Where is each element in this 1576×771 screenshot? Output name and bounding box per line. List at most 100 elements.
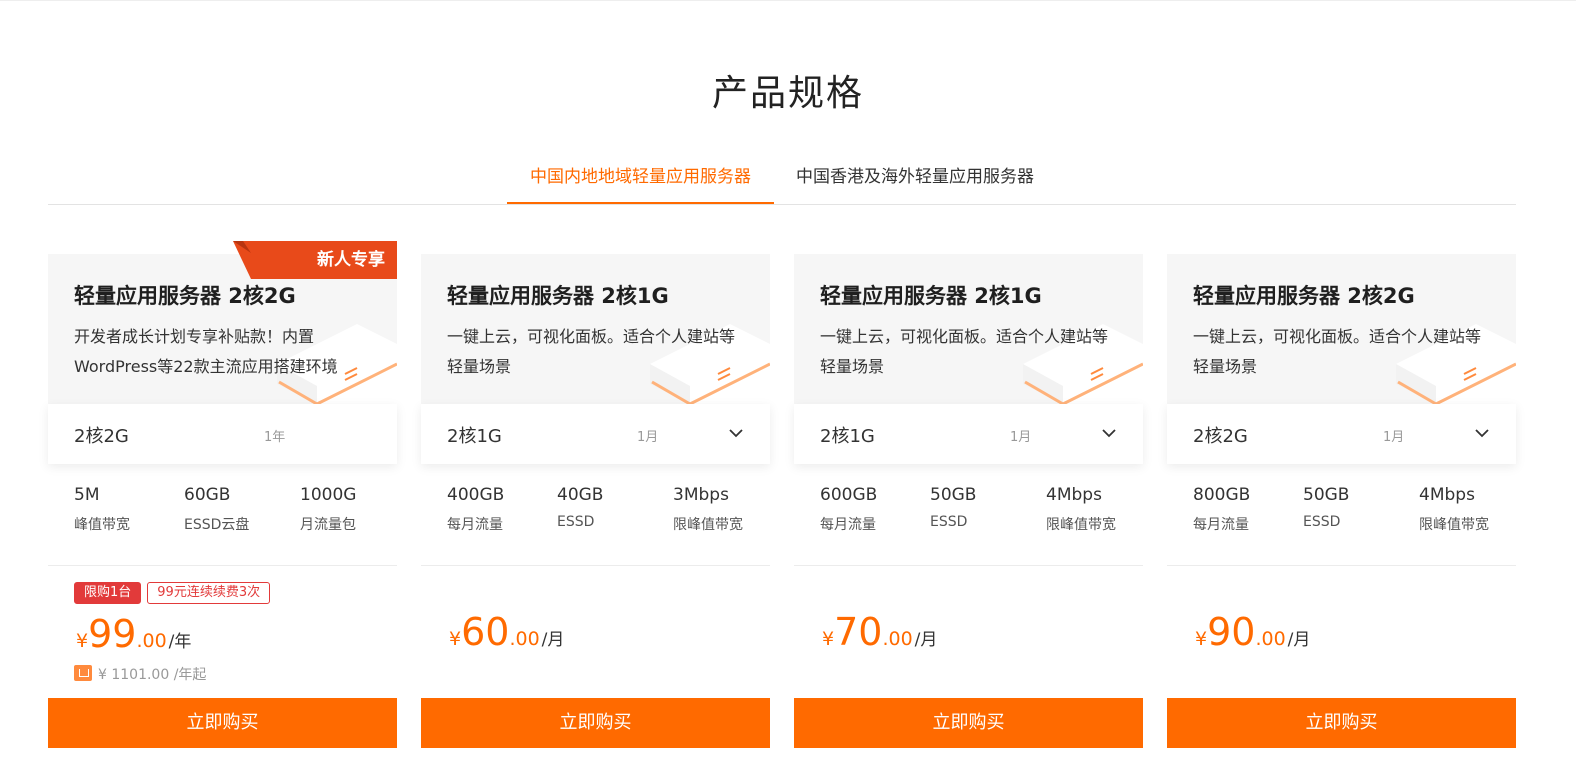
buy-now-button[interactable]: 立即购买 bbox=[421, 698, 770, 748]
card-title: 轻量应用服务器 2核2G bbox=[74, 284, 296, 308]
price-integer: 70 bbox=[834, 610, 883, 654]
metric-item: 40GB ESSD bbox=[557, 482, 603, 530]
spec-period: 1月 bbox=[637, 430, 659, 445]
price-currency: ¥ bbox=[76, 630, 89, 652]
metric-label: 限峰值带宽 bbox=[673, 517, 743, 533]
metric-item: 4Mbps 限峰值带宽 bbox=[1419, 482, 1489, 534]
promo-tags: 限购1台 99元连续续费3次 bbox=[74, 582, 276, 604]
spec-value: 2核2G bbox=[1193, 426, 1248, 447]
price-integer: 99 bbox=[88, 612, 137, 656]
page-title: 产品规格 bbox=[711, 73, 864, 114]
metric-value: 600GB bbox=[820, 485, 878, 505]
original-price: ¥ 1101.00 /年起 bbox=[74, 664, 206, 684]
original-price-text: ¥ 1101.00 /年起 bbox=[98, 667, 207, 683]
region-tabs: 中国内地地域轻量应用服务器 中国香港及海外轻量应用服务器 bbox=[48, 155, 1516, 205]
spec-value: 2核1G bbox=[820, 426, 875, 447]
metric-value: 400GB bbox=[447, 485, 505, 505]
price: ¥90.00/月 bbox=[1195, 612, 1310, 652]
metric-item: 60GB ESSD云盘 bbox=[184, 482, 249, 534]
metric-value: 40GB bbox=[557, 485, 604, 505]
buy-now-button[interactable]: 立即购买 bbox=[48, 698, 397, 748]
purchase-limit-tag: 限购1台 bbox=[74, 582, 142, 604]
spec-metrics: 5M 峰值带宽 60GB ESSD云盘 1000G 月流量包 bbox=[48, 482, 397, 566]
metric-label: ESSD bbox=[1303, 514, 1341, 530]
price-unit: /月 bbox=[541, 630, 565, 650]
spec-metrics: 400GB 每月流量 40GB ESSD 3Mbps 限峰值带宽 bbox=[421, 482, 770, 566]
buy-now-button[interactable]: 立即购买 bbox=[794, 698, 1143, 748]
tab-mainland[interactable]: 中国内地地域轻量应用服务器 bbox=[507, 163, 774, 204]
top-divider bbox=[0, 0, 1576, 1]
price-currency: ¥ bbox=[822, 628, 835, 650]
metric-value: 4Mbps bbox=[1419, 485, 1475, 505]
renewal-tag: 99元连续续费3次 bbox=[147, 582, 271, 604]
metric-value: 3Mbps bbox=[673, 485, 729, 505]
metric-item: 600GB 每月流量 bbox=[820, 482, 877, 534]
spec-period: 1年 bbox=[264, 430, 286, 445]
metric-value: 4Mbps bbox=[1046, 485, 1102, 505]
metric-label: 峰值带宽 bbox=[74, 517, 130, 533]
price-currency: ¥ bbox=[1195, 628, 1208, 650]
spec-period: 1月 bbox=[1010, 430, 1032, 445]
metric-value: 50GB bbox=[1303, 485, 1350, 505]
metric-item: 50GB ESSD bbox=[1303, 482, 1349, 530]
new-user-badge: 新人专享 bbox=[317, 250, 385, 270]
metric-value: 5M bbox=[74, 485, 100, 505]
price-unit: /月 bbox=[914, 630, 938, 650]
gift-icon bbox=[74, 665, 92, 681]
spec-selector[interactable]: 2核1G 1月 bbox=[421, 404, 770, 464]
metric-value: 60GB bbox=[184, 485, 231, 505]
spec-metrics: 800GB 每月流量 50GB ESSD 4Mbps 限峰值带宽 bbox=[1167, 482, 1516, 566]
price-decimal: .00 bbox=[136, 630, 167, 652]
chevron-down-icon[interactable] bbox=[728, 426, 744, 440]
metric-label: 每月流量 bbox=[1193, 517, 1249, 533]
spec-metrics: 600GB 每月流量 50GB ESSD 4Mbps 限峰值带宽 bbox=[794, 482, 1143, 566]
metric-item: 3Mbps 限峰值带宽 bbox=[673, 482, 743, 534]
metric-item: 400GB 每月流量 bbox=[447, 482, 504, 534]
price: ¥99.00/年 bbox=[76, 614, 191, 654]
metric-label: 月流量包 bbox=[300, 517, 356, 533]
card-title: 轻量应用服务器 2核2G bbox=[1193, 284, 1415, 308]
product-card: 轻量应用服务器 2核1G 一键上云，可视化面板。适合个人建站等轻量场景 2核1G… bbox=[421, 254, 770, 748]
metric-label: ESSD云盘 bbox=[184, 517, 250, 533]
metric-item: 50GB ESSD bbox=[930, 482, 976, 530]
card-description: 一键上云，可视化面板。适合个人建站等轻量场景 bbox=[820, 327, 1109, 376]
spec-selector[interactable]: 2核1G 1月 bbox=[794, 404, 1143, 464]
metric-value: 800GB bbox=[1193, 485, 1251, 505]
price-unit: /月 bbox=[1287, 630, 1311, 650]
price: ¥70.00/月 bbox=[822, 612, 937, 652]
metric-label: 限峰值带宽 bbox=[1046, 517, 1116, 533]
price-decimal: .00 bbox=[882, 628, 913, 650]
spec-selector[interactable]: 2核2G 1年 bbox=[48, 404, 397, 464]
card-header: 轻量应用服务器 2核1G 一键上云，可视化面板。适合个人建站等轻量场景 bbox=[794, 254, 1143, 404]
card-description: 一键上云，可视化面板。适合个人建站等轻量场景 bbox=[447, 327, 736, 376]
tab-hongkong-overseas[interactable]: 中国香港及海外轻量应用服务器 bbox=[784, 163, 1046, 204]
card-header: 轻量应用服务器 2核2G 一键上云，可视化面板。适合个人建站等轻量场景 bbox=[1167, 254, 1516, 404]
metric-label: 每月流量 bbox=[447, 517, 503, 533]
card-description: 一键上云，可视化面板。适合个人建站等轻量场景 bbox=[1193, 327, 1482, 376]
price-decimal: .00 bbox=[509, 628, 540, 650]
card-title: 轻量应用服务器 2核1G bbox=[820, 284, 1042, 308]
card-header: 轻量应用服务器 2核1G 一键上云，可视化面板。适合个人建站等轻量场景 bbox=[421, 254, 770, 404]
card-description: 开发者成长计划专享补贴款！内置WordPress等22款主流应用搭建环境 bbox=[74, 327, 338, 376]
metric-item: 800GB 每月流量 bbox=[1193, 482, 1250, 534]
card-title: 轻量应用服务器 2核1G bbox=[447, 284, 669, 308]
metric-label: 限峰值带宽 bbox=[1419, 517, 1489, 533]
buy-now-button[interactable]: 立即购买 bbox=[1167, 698, 1516, 748]
metric-item: 1000G 月流量包 bbox=[300, 482, 356, 534]
metric-item: 5M 峰值带宽 bbox=[74, 482, 130, 534]
price-currency: ¥ bbox=[449, 628, 462, 650]
spec-value: 2核2G bbox=[74, 426, 129, 447]
price-integer: 90 bbox=[1207, 610, 1256, 654]
product-card: 轻量应用服务器 2核2G 一键上云，可视化面板。适合个人建站等轻量场景 2核2G… bbox=[1167, 254, 1516, 748]
chevron-down-icon[interactable] bbox=[1474, 426, 1490, 440]
metric-item: 4Mbps 限峰值带宽 bbox=[1046, 482, 1116, 534]
metric-value: 50GB bbox=[930, 485, 977, 505]
price-decimal: .00 bbox=[1255, 628, 1286, 650]
metric-value: 1000G bbox=[300, 485, 357, 505]
price: ¥60.00/月 bbox=[449, 612, 564, 652]
spec-selector[interactable]: 2核2G 1月 bbox=[1167, 404, 1516, 464]
spec-value: 2核1G bbox=[447, 426, 502, 447]
chevron-down-icon[interactable] bbox=[1101, 426, 1117, 440]
metric-label: 每月流量 bbox=[820, 517, 876, 533]
metric-label: ESSD bbox=[930, 514, 968, 530]
